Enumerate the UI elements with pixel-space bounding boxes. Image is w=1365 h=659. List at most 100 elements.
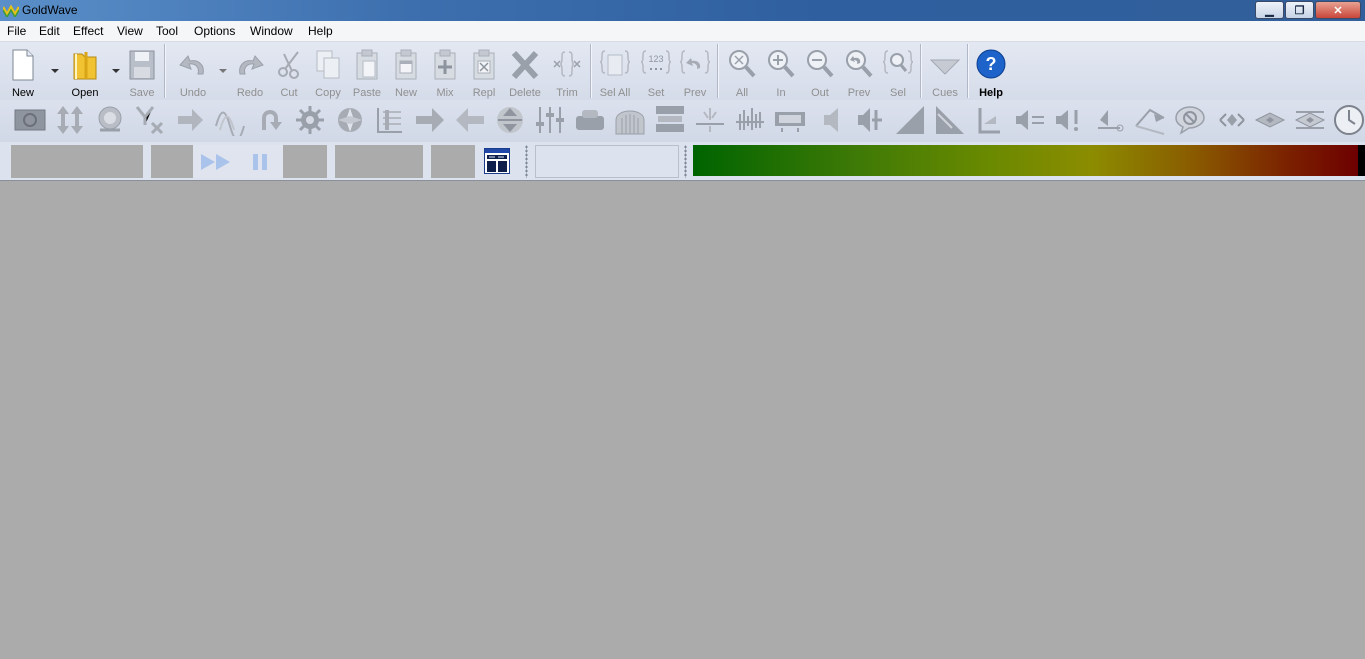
zoom-selection-icon [882,50,914,74]
channel-left-icon[interactable] [1216,104,1248,136]
minimize-button[interactable]: ▁ [1255,1,1284,19]
clock-icon[interactable] [1333,104,1365,136]
svg-text:123: 123 [648,54,663,64]
fade-out-icon[interactable] [894,104,926,136]
mute-icon[interactable] [1014,104,1046,136]
compressor-icon[interactable] [14,104,46,136]
expander-icon[interactable] [134,104,166,136]
menu-edit[interactable]: Edit [39,24,60,38]
new-dropdown-icon[interactable] [51,69,59,73]
menu-view[interactable]: View [117,24,143,38]
menu-bar: File Edit Effect View Tool Options Windo… [0,21,1365,42]
playback-rate-icon[interactable] [574,104,606,136]
control-panel-1 [11,145,143,178]
channel-right-icon[interactable] [1294,104,1326,136]
undo-dropdown-icon[interactable] [219,69,227,73]
cues-button[interactable]: Cues [926,46,964,99]
control-properties-icon[interactable] [484,148,510,174]
control-panel-4 [335,145,423,178]
zoom-selection-label: Sel [890,87,906,99]
parametric-eq-icon[interactable] [534,104,566,136]
help-button[interactable]: ? Help [972,46,1010,99]
new-label: New [11,87,34,99]
echo-icon[interactable] [94,104,126,136]
previous-selection-label: Prev [683,87,707,99]
effects-toolbar [0,100,1365,142]
spatial-icon[interactable] [734,104,766,136]
resample-icon[interactable] [654,104,686,136]
menu-file[interactable]: File [7,24,26,38]
restore-button[interactable]: ❐ [1285,1,1314,19]
undo-button[interactable]: Undo [174,46,212,99]
time-display-box [535,145,679,178]
meter-grip[interactable] [684,145,687,178]
trim-icon [553,51,581,77]
save-label: Save [129,87,155,99]
help-question-icon: ? [976,49,1006,79]
trim-label: Trim [556,87,578,99]
minimize-icon: ▁ [1265,4,1274,17]
delete-button[interactable]: Delete [506,46,544,99]
invert-icon[interactable] [254,104,286,136]
mix-icon [434,49,456,80]
maximize-icon[interactable] [1054,104,1086,136]
reverb-icon[interactable] [614,104,646,136]
copy-icon [316,50,340,79]
fade-in-icon[interactable] [174,104,206,136]
fast-forward-icon[interactable] [200,153,232,171]
auto-gain-icon[interactable] [974,104,1006,136]
offset-icon[interactable] [414,104,446,136]
pan-icon[interactable] [454,104,486,136]
delete-x-icon [511,50,539,80]
noise-reduction-icon[interactable] [334,104,366,136]
doppler-icon[interactable] [54,104,86,136]
title-bar: GoldWave ▁ ❐ ✕ [0,0,1365,21]
filter-icon[interactable] [1174,104,1206,136]
open-folder-icon [73,52,97,80]
volume-change-icon[interactable] [814,104,846,136]
new-button[interactable]: New [4,46,42,99]
silence-reduction-icon[interactable] [694,104,726,136]
level-meter-end [1358,145,1365,176]
channel-both-icon[interactable] [1254,104,1286,136]
open-dropdown-icon[interactable] [112,69,120,73]
interpolate-icon[interactable] [1134,104,1166,136]
time-warp-icon[interactable] [774,104,806,136]
level-meter [693,145,1358,176]
workspace-area [0,181,1365,659]
select-all-icon [599,50,631,76]
volume-match-icon[interactable] [854,104,886,136]
cues-label: Cues [932,87,958,99]
close-button[interactable]: ✕ [1315,1,1361,19]
replace-icon [473,49,495,80]
scissors-icon [278,51,299,79]
menu-help[interactable]: Help [308,24,333,38]
shape-icon[interactable] [934,104,966,136]
mechanize-icon[interactable] [294,104,326,136]
open-button[interactable]: Open [66,46,104,99]
transport-controls [193,145,283,178]
menu-window[interactable]: Window [250,24,293,38]
trim-button[interactable]: Trim [548,46,586,99]
previous-selection-button[interactable]: Prev [676,46,714,99]
help-label: Help [979,87,1003,99]
pause-icon[interactable] [251,153,269,171]
toolbar-grip[interactable] [525,145,528,178]
paste-new-icon [395,49,417,80]
undo-label: Undo [179,87,207,99]
select-all-button[interactable]: Sel All [596,46,634,99]
menu-tool[interactable]: Tool [156,24,178,38]
flanger-icon[interactable] [214,104,246,136]
menu-options[interactable]: Options [194,24,235,38]
save-button[interactable]: Save [123,46,161,99]
replace-button[interactable]: Repl [465,46,503,99]
pitch-icon[interactable] [494,104,526,136]
menu-effect[interactable]: Effect [73,24,103,38]
svg-text:?: ? [986,54,997,74]
zoom-selection-button[interactable]: Sel [879,46,917,99]
equalizer-icon[interactable] [374,104,406,136]
replace-effect-icon[interactable] [1094,104,1126,136]
save-disk-icon [129,50,155,80]
undo-icon [179,55,204,75]
control-bar [0,142,1365,181]
